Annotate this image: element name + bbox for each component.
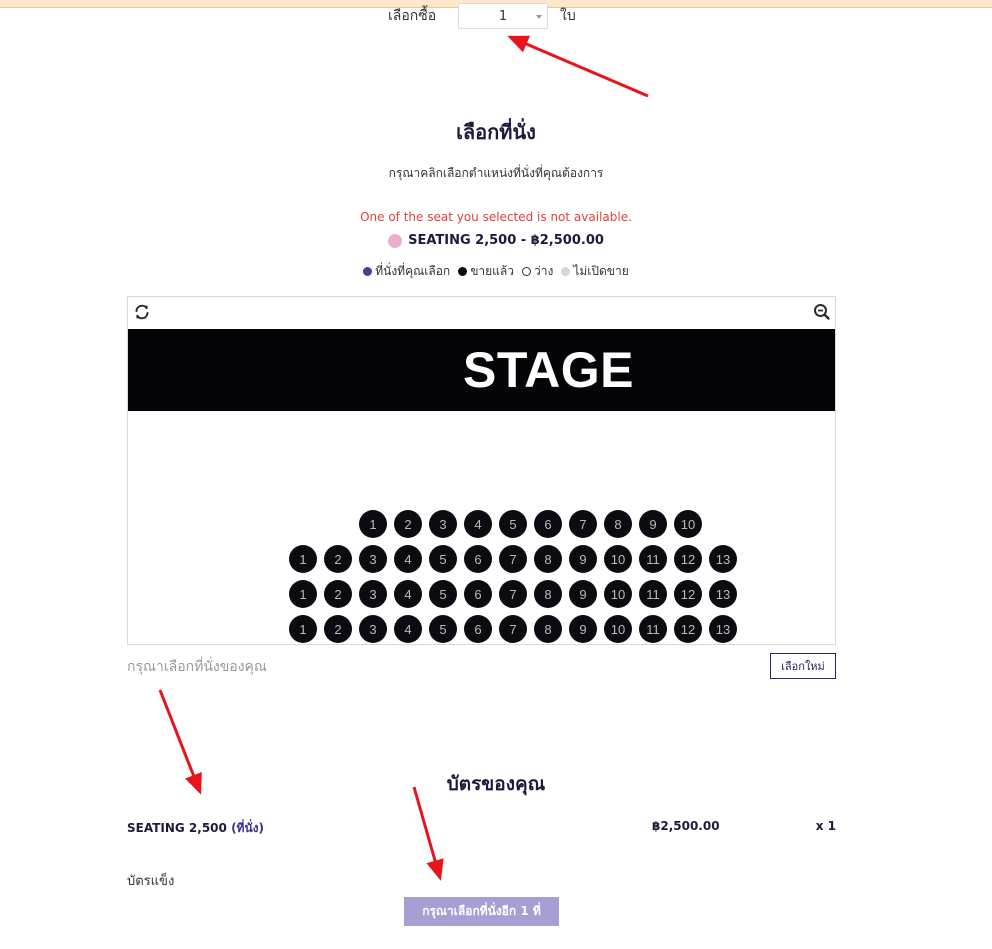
ticket-row: SEATING 2,500 (ที่นั่ง) ฿2,500.00 x 1 xyxy=(127,819,836,837)
ticket-name-suffix: (ที่นั่ง) xyxy=(231,821,265,835)
seat-button[interactable]: 9 xyxy=(639,510,667,538)
seat-button[interactable]: 11 xyxy=(639,615,667,643)
seat-button[interactable]: 9 xyxy=(569,580,597,608)
seat-section-title: เลือกที่นั่ง xyxy=(456,120,536,144)
seat-button[interactable]: 10 xyxy=(604,545,632,573)
sold-dot-icon xyxy=(458,267,468,276)
selected-dot-icon xyxy=(363,267,373,276)
chevron-down-icon xyxy=(536,15,542,19)
legend-sold: ขายแล้ว xyxy=(458,262,514,281)
legend-sold-label: ขายแล้ว xyxy=(470,264,514,278)
seat-button[interactable]: 8 xyxy=(604,510,632,538)
seat-button[interactable]: 9 xyxy=(569,615,597,643)
seat-button[interactable]: 7 xyxy=(569,510,597,538)
quantity-row: เลือกซื้อ 1 ใบ xyxy=(388,2,576,30)
seat-button[interactable]: 9 xyxy=(569,545,597,573)
legend-selected: ที่นั่งที่คุณเลือก xyxy=(363,262,450,281)
seat-button[interactable]: 8 xyxy=(534,545,562,573)
seat-button[interactable]: 5 xyxy=(499,510,527,538)
seat-button[interactable]: 1 xyxy=(289,615,317,643)
seat-row: 1 2 3 4 5 6 7 8 9 10 11 12 13 xyxy=(128,615,835,643)
seat-button[interactable]: 4 xyxy=(394,580,422,608)
seat-button[interactable]: 5 xyxy=(429,580,457,608)
zoom-out-icon[interactable] xyxy=(812,302,832,322)
seat-map[interactable]: STAGE 1 2 3 4 5 6 7 8 9 10 1 2 3 4 5 6 7 8 9 10 11 12 13 1 2 3 4 5 6… xyxy=(127,296,836,645)
seat-instruction: กรุณาคลิกเลือกตำแหน่งที่นั่งที่คุณต้องกา… xyxy=(388,166,604,180)
legend-unavailable: ไม่เปิดขาย xyxy=(561,262,629,281)
seat-button[interactable]: 10 xyxy=(674,510,702,538)
seat-button[interactable]: 7 xyxy=(499,545,527,573)
seat-button[interactable]: 13 xyxy=(709,545,737,573)
seat-button[interactable]: 12 xyxy=(674,580,702,608)
zone-label: SEATING 2,500 - ฿2,500.00 xyxy=(408,233,604,248)
seat-legend: ที่นั่งที่คุณเลือก ขายแล้ว ว่าง ไม่เปิดข… xyxy=(0,262,992,281)
seat-button[interactable]: 13 xyxy=(709,615,737,643)
quantity-select[interactable]: 1 xyxy=(458,3,548,29)
ticket-type: บัตรแข็ง xyxy=(127,874,175,889)
seat-button[interactable]: 1 xyxy=(289,545,317,573)
seat-map-toolbar xyxy=(128,297,835,329)
seat-button[interactable]: 6 xyxy=(464,615,492,643)
seat-button[interactable]: 3 xyxy=(359,615,387,643)
seat-button[interactable]: 6 xyxy=(534,510,562,538)
ticket-name-text: SEATING 2,500 xyxy=(127,821,227,835)
tickets-title: บัตรของคุณ xyxy=(446,773,546,795)
unavailable-dot-icon xyxy=(561,267,571,276)
seat-button[interactable]: 10 xyxy=(604,580,632,608)
quantity-label: เลือกซื้อ xyxy=(388,8,437,24)
legend-available-label: ว่าง xyxy=(534,264,554,278)
seat-button[interactable]: 7 xyxy=(499,615,527,643)
seat-button[interactable]: 4 xyxy=(394,545,422,573)
ticket-name: SEATING 2,500 (ที่นั่ง) xyxy=(127,819,264,838)
stage-label: STAGE xyxy=(462,342,635,398)
seat-button[interactable]: 8 xyxy=(534,580,562,608)
seat-button[interactable]: 5 xyxy=(429,615,457,643)
ticket-quantity: x 1 xyxy=(815,819,836,833)
ticket-price: ฿2,500.00 xyxy=(652,819,720,833)
seat-error-message: One of the seat you selected is not avai… xyxy=(360,210,632,224)
seat-hint: กรุณาเลือกที่นั่งของคุณ xyxy=(127,659,267,675)
seat-button[interactable]: 4 xyxy=(394,615,422,643)
seat-button[interactable]: 12 xyxy=(674,545,702,573)
seat-button[interactable]: 3 xyxy=(359,545,387,573)
seat-button[interactable]: 1 xyxy=(289,580,317,608)
legend-selected-label: ที่นั่งที่คุณเลือก xyxy=(375,264,451,278)
seat-button[interactable]: 10 xyxy=(604,615,632,643)
seat-button[interactable]: 2 xyxy=(324,615,352,643)
seat-row: 1 2 3 4 5 6 7 8 9 10 xyxy=(128,510,835,538)
quantity-unit: ใบ xyxy=(560,8,576,24)
seat-button[interactable]: 6 xyxy=(464,545,492,573)
quantity-value: 1 xyxy=(498,8,508,24)
seat-button[interactable]: 12 xyxy=(674,615,702,643)
seat-button[interactable]: 3 xyxy=(429,510,457,538)
annotation-arrow-quantity xyxy=(507,35,649,98)
seat-button[interactable]: 13 xyxy=(709,580,737,608)
seat-button[interactable]: 2 xyxy=(394,510,422,538)
seat-button[interactable]: 8 xyxy=(534,615,562,643)
reset-selection-button[interactable]: เลือกใหม่ xyxy=(770,653,836,679)
legend-available: ว่าง xyxy=(522,262,553,281)
seat-button[interactable]: 4 xyxy=(464,510,492,538)
zone-info: SEATING 2,500 - ฿2,500.00 xyxy=(0,233,992,248)
seat-button[interactable]: 1 xyxy=(359,510,387,538)
stage-banner: STAGE xyxy=(128,329,835,411)
available-dot-icon xyxy=(522,267,531,276)
seat-row: 1 2 3 4 5 6 7 8 9 10 11 12 13 xyxy=(128,580,835,608)
seat-button[interactable]: 11 xyxy=(639,545,667,573)
seat-button[interactable]: 11 xyxy=(639,580,667,608)
submit-seat-button[interactable]: กรุณาเลือกที่นั่งอีก 1 ที่ xyxy=(404,897,559,926)
refresh-icon[interactable] xyxy=(132,302,152,322)
seat-row: 1 2 3 4 5 6 7 8 9 10 11 12 13 xyxy=(128,545,835,573)
seat-button[interactable]: 3 xyxy=(359,580,387,608)
seat-button[interactable]: 2 xyxy=(324,580,352,608)
seat-button[interactable]: 7 xyxy=(499,580,527,608)
seat-button[interactable]: 6 xyxy=(464,580,492,608)
zone-color-dot xyxy=(388,233,403,248)
seat-button[interactable]: 5 xyxy=(429,545,457,573)
legend-unavailable-label: ไม่เปิดขาย xyxy=(573,264,629,278)
seat-button[interactable]: 2 xyxy=(324,545,352,573)
